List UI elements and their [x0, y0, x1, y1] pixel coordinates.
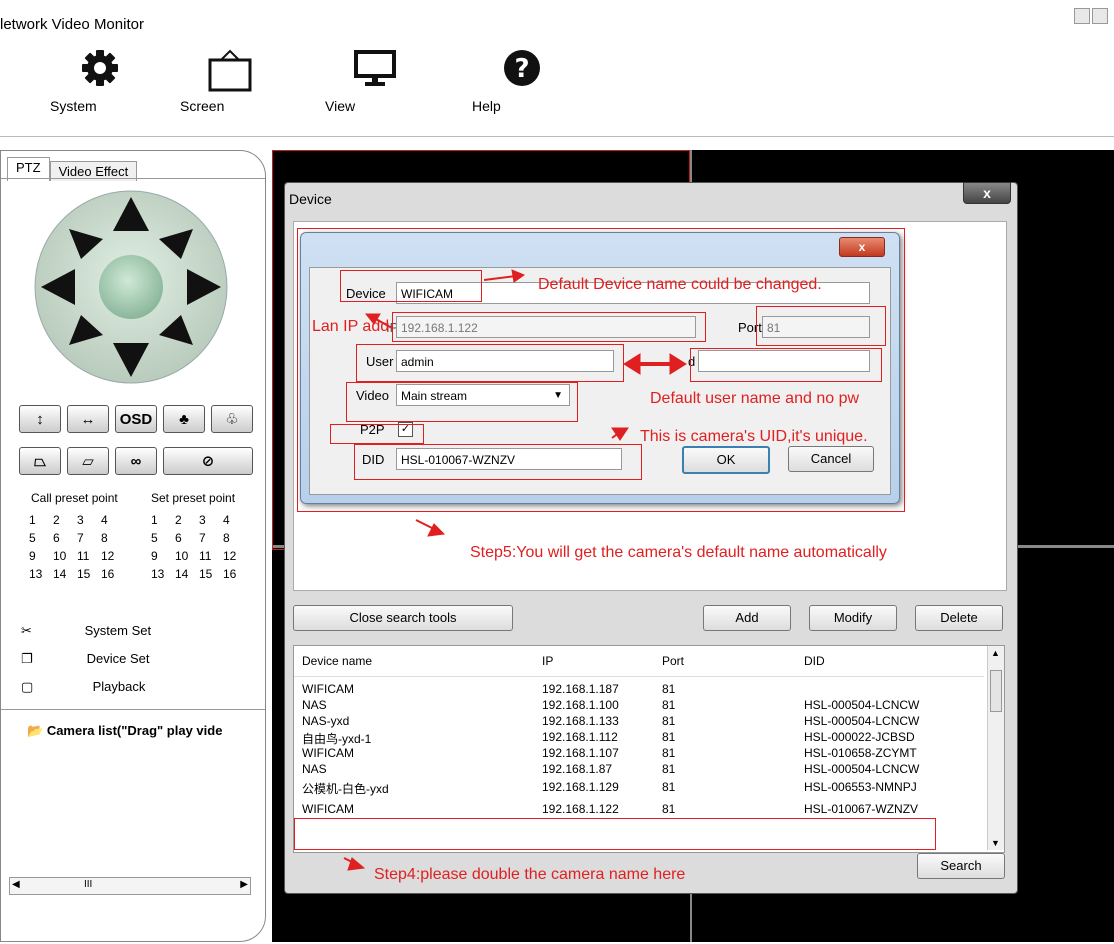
annotation-default-user: Default user name and no pw [650, 390, 860, 407]
annotation-arrows [343, 269, 687, 871]
annotation-step4: Step4:please double the camera name here [374, 866, 686, 883]
annotation-step5: Step5:You will get the camera's default … [470, 544, 887, 561]
annotation-lan-ip: Lan IP add [312, 318, 390, 335]
annotation-uid: This is camera's UID,it's unique. [640, 428, 868, 445]
annotation-device-name: Default Device name could be changed. [538, 276, 822, 293]
